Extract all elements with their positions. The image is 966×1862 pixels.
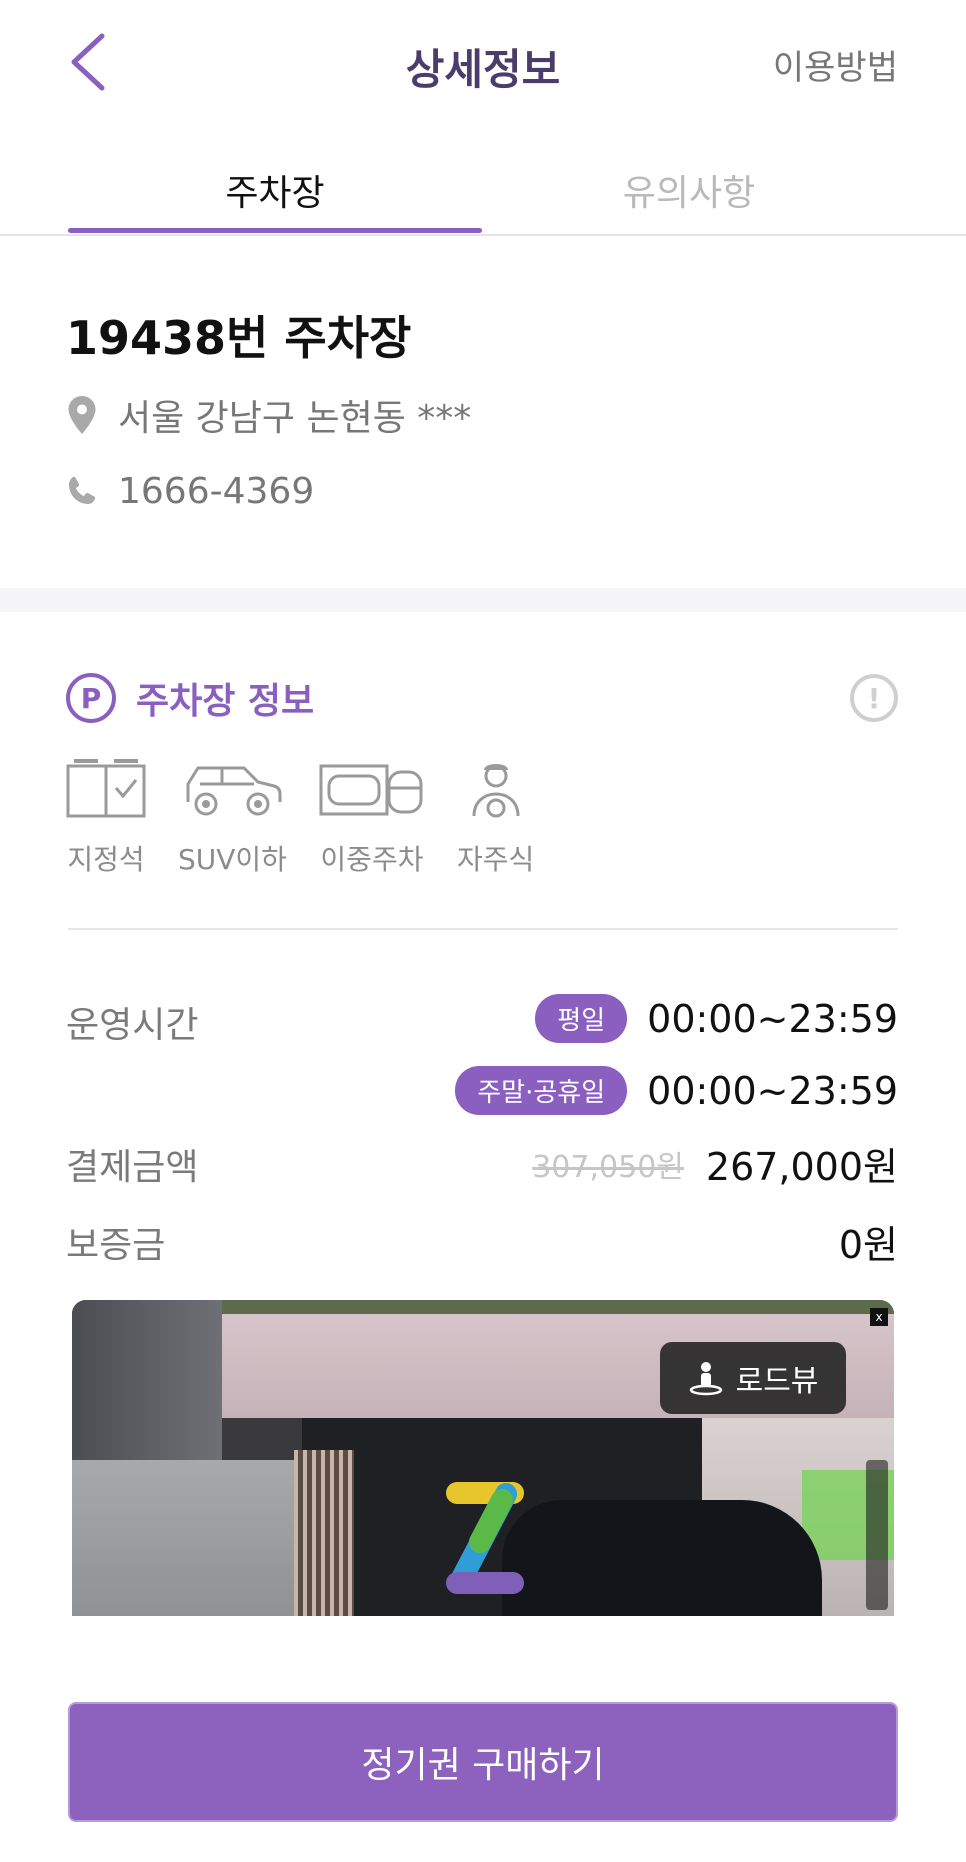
suv-car-icon <box>186 766 282 816</box>
deposit-value: 0원 <box>838 1223 898 1267</box>
roadview-close-icon[interactable]: x <box>870 1308 888 1326</box>
feature-suv: SUV이하 <box>178 758 287 878</box>
divider <box>68 928 898 930</box>
active-tab-indicator <box>68 228 482 233</box>
phone-icon <box>66 471 98 511</box>
phone-text[interactable]: 1666-4369 <box>118 471 314 512</box>
deposit-row: 0원 <box>839 1214 898 1269</box>
buy-pass-button[interactable]: 정기권 구매하기 <box>68 1702 898 1822</box>
self-parking-icon <box>472 764 520 818</box>
parking-info-header: P 주차장 정보 <box>66 672 314 724</box>
feature-label: 이중주차 <box>320 843 424 876</box>
lot-name: 19438번 주차장 <box>66 311 412 365</box>
deposit-label: 보증금 <box>66 1225 166 1266</box>
weekend-badge: 주말·공휴일 <box>455 1066 628 1115</box>
feature-label: 자주식 <box>456 843 535 876</box>
header-bar: 상세정보 이용방법 <box>0 0 966 124</box>
roadview-controls[interactable] <box>866 1460 888 1610</box>
feature-double-parking: 이중주차 <box>319 758 425 878</box>
weekend-hours: 00:00~23:59 <box>647 1068 898 1113</box>
roadview-image[interactable]: x 로드뷰 <box>72 1300 894 1616</box>
roadview-button-label: 로드뷰 <box>735 1364 819 1399</box>
weekend-hours-row: 주말·공휴일 00:00~23:59 <box>455 1066 898 1115</box>
section-separator <box>0 588 966 612</box>
address-row: 서울 강남구 논현동 *** <box>66 392 472 439</box>
hours-label: 운영시간 <box>66 1005 199 1046</box>
feature-label: 지정석 <box>67 843 145 876</box>
weekday-hours-row: 평일 00:00~23:59 <box>535 994 898 1043</box>
section-title: 주차장 정보 <box>136 681 315 722</box>
price-value: 267,000원 <box>705 1145 898 1189</box>
roadview-logo-icon <box>446 1482 524 1594</box>
price-label: 결제금액 <box>66 1147 199 1188</box>
feature-reserved-seat: 지정석 <box>66 758 146 878</box>
weekday-badge: 평일 <box>535 994 628 1043</box>
feature-self-parking: 자주식 <box>457 758 534 878</box>
roadview-button[interactable]: 로드뷰 <box>660 1342 846 1414</box>
reserved-seat-icon <box>66 759 146 818</box>
parking-p-icon: P <box>66 673 116 723</box>
double-parking-icon <box>319 764 423 816</box>
location-pin-icon <box>66 395 98 435</box>
phone-row[interactable]: 1666-4369 <box>66 468 314 514</box>
tab-parking-lot[interactable]: 주차장 <box>68 164 482 216</box>
address-text: 서울 강남구 논현동 *** <box>118 398 472 439</box>
person-pin-icon <box>689 1362 722 1396</box>
info-warning-icon[interactable]: ! <box>850 674 898 722</box>
help-link[interactable]: 이용방법 <box>773 40 898 89</box>
weekday-hours: 00:00~23:59 <box>647 996 898 1041</box>
tab-notices[interactable]: 유의사항 <box>482 164 896 216</box>
tab-bar: 주차장 유의사항 <box>0 148 966 236</box>
feature-label: SUV이하 <box>178 843 287 876</box>
original-price: 307,050원 <box>532 1149 684 1185</box>
feature-list: 지정석 SUV이하 이중주차 자주식 <box>66 758 566 878</box>
price-row: 307,050원 267,000원 <box>532 1136 898 1191</box>
